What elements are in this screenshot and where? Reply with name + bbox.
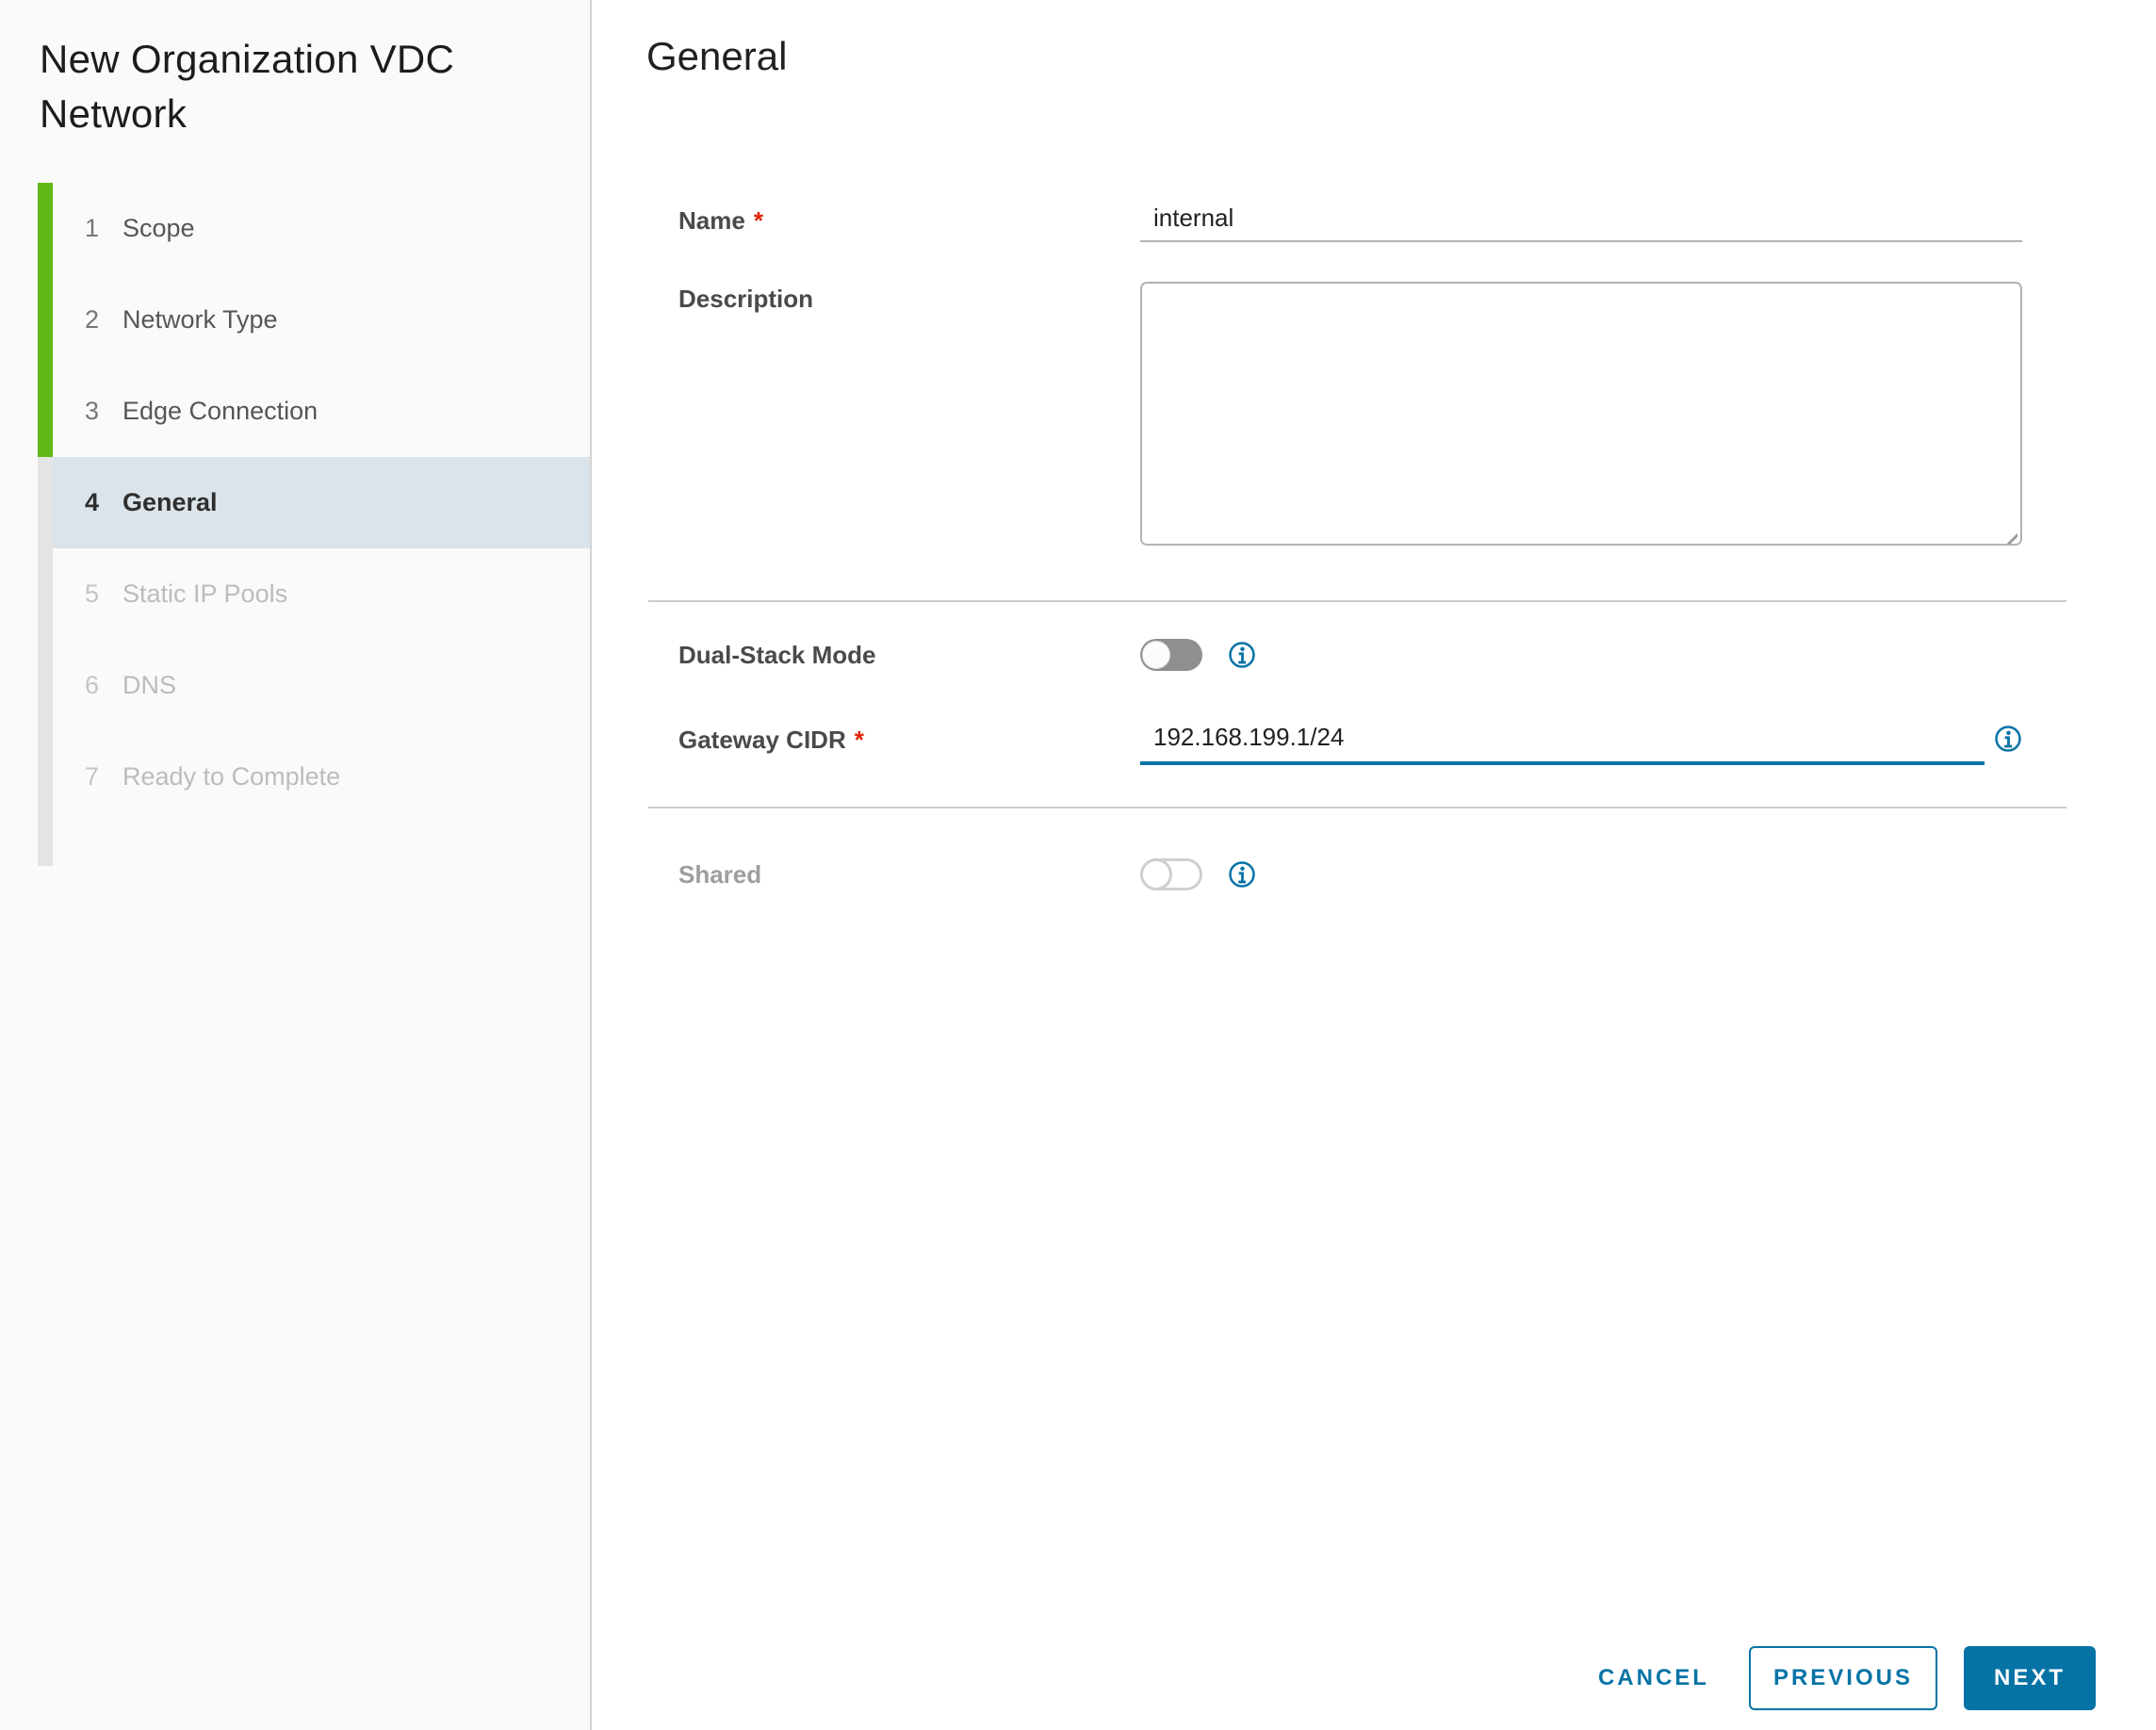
sidebar-step-network-type[interactable]: 2 Network Type <box>0 274 590 366</box>
sidebar-step-static-ip-pools: 5 Static IP Pools <box>0 548 590 640</box>
wizard-step-nav: 1 Scope 2 Network Type 3 Edge Connection… <box>0 183 590 866</box>
cancel-button[interactable]: CANCEL <box>1585 1646 1723 1710</box>
step-label: General <box>122 488 218 516</box>
info-icon[interactable] <box>1228 641 1256 669</box>
description-row: Description <box>594 282 2156 550</box>
sidebar-step-general[interactable]: 4 General <box>53 457 590 548</box>
description-label: Description <box>678 285 814 313</box>
next-button[interactable]: NEXT <box>1963 1646 2096 1710</box>
step-number: 1 <box>85 214 100 242</box>
info-icon[interactable] <box>1228 860 1256 889</box>
step-label: DNS <box>122 671 177 699</box>
step-number: 6 <box>85 671 100 699</box>
sidebar-step-ready-to-complete: 7 Ready to Complete <box>0 731 590 823</box>
wizard-footer: CANCEL PREVIOUS NEXT <box>1585 1646 2096 1710</box>
sidebar-step-scope[interactable]: 1 Scope <box>0 183 590 274</box>
shared-label: Shared <box>678 860 762 889</box>
wizard-title: New Organization VDC Network <box>40 37 455 136</box>
name-label: Name * <box>678 206 763 235</box>
step-number: 4 <box>85 488 100 516</box>
description-textarea[interactable] <box>1140 282 2022 546</box>
step-number: 7 <box>85 762 100 791</box>
dual-stack-toggle[interactable] <box>1140 639 1202 671</box>
step-label: Network Type <box>122 305 278 334</box>
page-title: General <box>646 34 788 78</box>
step-label: Scope <box>122 214 195 242</box>
step-label: Ready to Complete <box>122 762 341 791</box>
gateway-cidr-input[interactable] <box>1140 723 1984 765</box>
info-icon[interactable] <box>1994 725 2022 753</box>
previous-button[interactable]: PREVIOUS <box>1748 1646 1937 1710</box>
shared-toggle <box>1140 858 1202 890</box>
section-divider <box>648 807 2066 808</box>
sidebar-step-dns: 6 DNS <box>0 640 590 731</box>
required-asterisk: * <box>854 726 864 754</box>
general-form: Name* Description Dual-Stack Mode <box>594 204 2156 891</box>
step-number: 3 <box>85 397 100 425</box>
step-number: 5 <box>85 579 100 608</box>
gateway-cidr-label: Gateway CIDR * <box>678 726 864 754</box>
shared-row: Shared <box>594 857 2156 891</box>
wizard-sidebar: New Organization VDC Network 1 Scope 2 N… <box>0 0 592 1730</box>
step-label: Edge Connection <box>122 397 318 425</box>
section-divider <box>648 600 2066 602</box>
step-number: 2 <box>85 305 100 334</box>
name-input[interactable] <box>1140 204 2022 242</box>
gateway-cidr-row: Gateway CIDR * <box>594 723 2156 765</box>
required-asterisk: * <box>753 206 763 235</box>
name-row: Name * <box>594 204 2156 242</box>
dual-stack-row: Dual-Stack Mode <box>594 636 2156 674</box>
step-label: Static IP Pools <box>122 579 288 608</box>
sidebar-step-edge-connection[interactable]: 3 Edge Connection <box>0 366 590 457</box>
wizard-page-general: General Name* Description Dual-Stack Mod… <box>594 0 2156 1730</box>
dual-stack-label: Dual-Stack Mode <box>678 641 876 669</box>
